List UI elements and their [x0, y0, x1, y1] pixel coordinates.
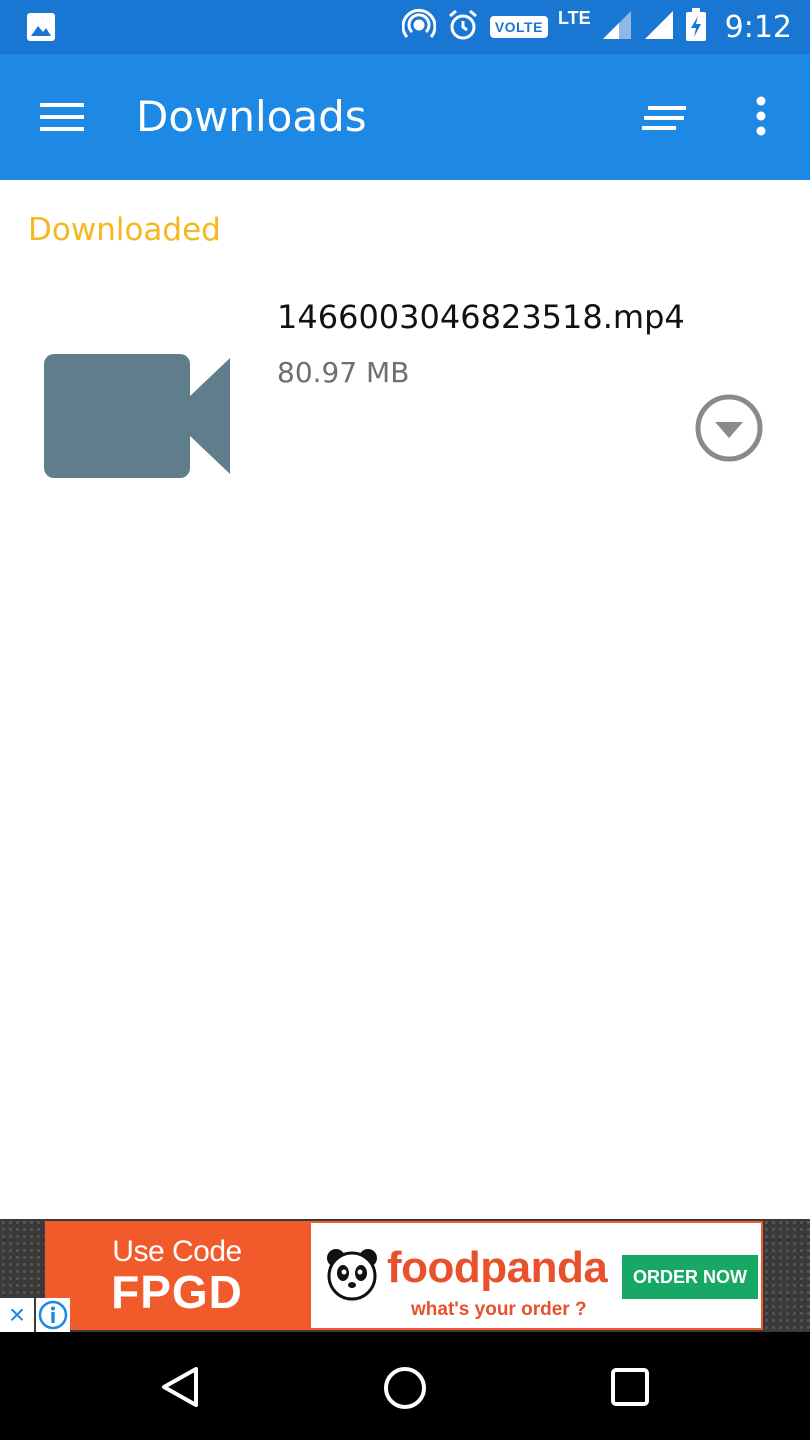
navigation-bar: [0, 1332, 810, 1440]
ad-promo-panel[interactable]: Use Code FPGD: [45, 1221, 309, 1330]
info-icon[interactable]: [36, 1298, 70, 1332]
status-time: 9:12: [724, 9, 792, 45]
more-vert-icon[interactable]: [748, 94, 774, 142]
battery-charging-icon: [685, 7, 707, 47]
ad-brand-panel[interactable]: foodpanda what's your order ? ORDER NOW: [309, 1221, 763, 1330]
file-name: 1466003046823518.mp4: [277, 298, 685, 336]
ad-promo-line: Use Code: [112, 1235, 242, 1268]
panda-logo-icon: [325, 1247, 379, 1306]
volte-badge: VOLTE: [489, 16, 548, 38]
dropdown-circle-icon[interactable]: [694, 393, 764, 463]
file-size: 80.97 MB: [277, 356, 410, 389]
ad-banner[interactable]: Use Code FPGD foodpanda what's your orde…: [0, 1219, 810, 1332]
back-icon[interactable]: [158, 1365, 202, 1414]
ad-tagline: what's your order ?: [411, 1299, 587, 1320]
order-now-button[interactable]: ORDER NOW: [622, 1255, 758, 1299]
app-bar: Downloads: [0, 54, 810, 180]
ad-promo-code: FPGD: [111, 1266, 243, 1318]
recent-apps-icon[interactable]: [610, 1367, 650, 1412]
hotspot-icon: [401, 8, 437, 47]
signal-icon: [643, 9, 675, 46]
page-title: Downloads: [136, 92, 367, 141]
home-icon[interactable]: [382, 1365, 428, 1416]
network-type-label: LTE: [557, 7, 591, 28]
signal-icon: [601, 9, 633, 46]
ad-brand-name: foodpanda: [387, 1243, 608, 1292]
image-notification-icon: [26, 12, 56, 47]
alarm-icon: [446, 8, 480, 47]
video-camera-icon: [44, 354, 232, 485]
menu-icon[interactable]: [40, 99, 86, 135]
list-item[interactable]: 1466003046823518.mp4 80.97 MB: [0, 280, 810, 510]
close-icon[interactable]: ×: [0, 1298, 34, 1332]
sort-icon[interactable]: [640, 100, 690, 136]
section-header: Downloaded: [28, 212, 221, 248]
status-bar: VOLTE LTE 9:12: [0, 0, 810, 54]
